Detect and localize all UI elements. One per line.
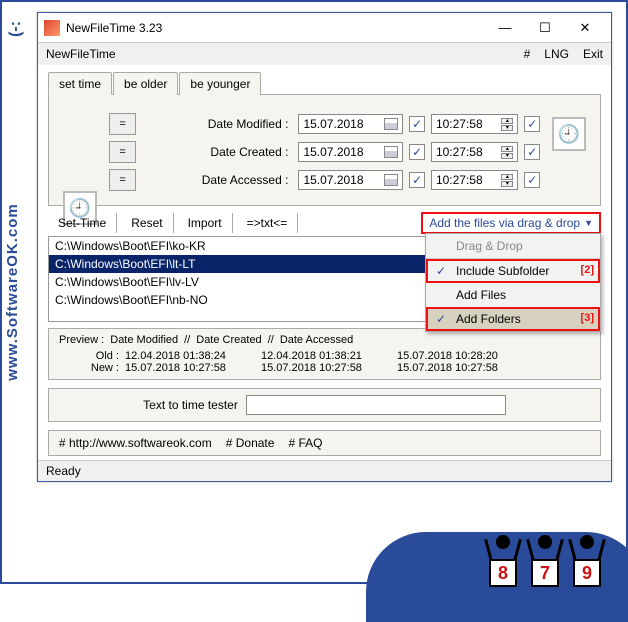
link-faq[interactable]: # FAQ: [288, 436, 322, 450]
new-value: 15.07.2018 10:27:58: [125, 362, 255, 374]
score-card: 7: [531, 559, 559, 587]
eq-button[interactable]: =: [109, 169, 136, 191]
new-value: 15.07.2018 10:27:58: [261, 362, 391, 374]
checkbox-accessed-time[interactable]: ✓: [524, 172, 540, 188]
checkbox-modified-time[interactable]: ✓: [524, 116, 540, 132]
minimize-button[interactable]: —: [485, 14, 525, 42]
row-accessed: = Date Accessed : 15.07.2018 ✓ 10:27:58▴…: [109, 169, 540, 191]
spinner-icon[interactable]: ▴▾: [501, 174, 513, 187]
app-window: NewFileTime 3.23 — ☐ ✕ NewFileTime # LNG…: [37, 12, 612, 482]
link-home[interactable]: # http://www.softwareok.com: [59, 436, 212, 450]
preview-label: Preview :: [59, 334, 104, 346]
file-list[interactable]: C:\Windows\Boot\EFI\ko-KR C:\Windows\Boo…: [48, 236, 601, 322]
reset-button[interactable]: Reset: [121, 213, 173, 233]
tab-panel: 🕘 🕘 = Date Modified : 15.07.2018 ✓ 10:27…: [48, 95, 601, 206]
dd-include-subfolder[interactable]: ✓ Include Subfolder [2]: [426, 259, 600, 283]
spinner-icon[interactable]: ▴▾: [501, 146, 513, 159]
dd-add-files[interactable]: Add Files: [426, 283, 600, 307]
date-accessed-input[interactable]: 15.07.2018: [298, 170, 403, 190]
spinner-icon[interactable]: ▴▾: [501, 118, 513, 131]
menu-hash[interactable]: #: [524, 47, 531, 61]
tab-bar: set time be older be younger: [48, 71, 601, 95]
import-button[interactable]: Import: [178, 213, 233, 233]
tab-be-younger[interactable]: be younger: [179, 72, 261, 95]
checkbox-modified-date[interactable]: ✓: [409, 116, 425, 132]
menu-lng[interactable]: LNG: [544, 47, 569, 61]
col-date-created: Date Created: [196, 334, 261, 346]
eq-button[interactable]: =: [109, 113, 136, 135]
old-value: 12.04.2018 01:38:21: [261, 350, 391, 362]
add-files-dropdown[interactable]: Add the files via drag & drop▼: [421, 212, 601, 234]
time-modified-input[interactable]: 10:27:58▴▾: [431, 114, 519, 134]
toolbar: Set-Time Reset Import =>txt<= Add the fi…: [48, 206, 601, 236]
checkbox-accessed-date[interactable]: ✓: [409, 172, 425, 188]
watermark-url: www.SoftwareOK.com: [4, 203, 21, 380]
tester-label: Text to time tester: [143, 398, 238, 412]
annotation-3: [3]: [581, 312, 594, 324]
checkbox-created-date[interactable]: ✓: [409, 144, 425, 160]
dd-drag-drop: Drag & Drop: [426, 234, 600, 259]
tab-be-older[interactable]: be older: [113, 72, 178, 95]
clock-icon-right[interactable]: 🕘: [552, 117, 586, 151]
links-panel: # http://www.softwareok.com # Donate # F…: [48, 430, 601, 456]
date-created-input[interactable]: 15.07.2018: [298, 142, 403, 162]
window-title: NewFileTime 3.23: [66, 21, 485, 35]
annotation-2: [2]: [581, 264, 594, 276]
menubar: NewFileTime # LNG Exit: [38, 43, 611, 65]
score-card: 9: [573, 559, 601, 587]
status-bar: Ready: [38, 460, 611, 481]
menu-exit[interactable]: Exit: [583, 47, 603, 61]
checkbox-created-time[interactable]: ✓: [524, 144, 540, 160]
old-value: 12.04.2018 01:38:24: [125, 350, 255, 362]
app-icon: [44, 20, 60, 36]
link-donate[interactable]: # Donate: [226, 436, 275, 450]
dropdown-menu: Drag & Drop ✓ Include Subfolder [2] Add …: [425, 233, 601, 332]
label-date-accessed: Date Accessed :: [142, 173, 292, 187]
dd-add-folders[interactable]: ✓ Add Folders [3]: [426, 307, 600, 331]
row-modified: = Date Modified : 15.07.2018 ✓ 10:27:58▴…: [109, 113, 540, 135]
check-icon: ✓: [436, 264, 446, 278]
old-value: 15.07.2018 10:28:20: [397, 350, 527, 362]
label-date-modified: Date Modified :: [142, 117, 292, 131]
score-card: 8: [489, 559, 517, 587]
tester-input[interactable]: [246, 395, 506, 415]
judges: 8 7 9: [484, 535, 606, 587]
txt-button[interactable]: =>txt<=: [237, 213, 299, 233]
calendar-icon[interactable]: [384, 174, 398, 186]
set-time-button[interactable]: Set-Time: [48, 213, 117, 233]
new-value: 15.07.2018 10:27:58: [397, 362, 527, 374]
menu-app-name[interactable]: NewFileTime: [46, 47, 524, 61]
row-created: = Date Created : 15.07.2018 ✓ 10:27:58▴▾…: [109, 141, 540, 163]
col-date-accessed: Date Accessed: [280, 334, 353, 346]
check-icon: ✓: [436, 312, 446, 326]
maximize-button[interactable]: ☐: [525, 14, 565, 42]
new-label: New :: [59, 362, 119, 374]
preview-panel: Preview : Date Modified // Date Created …: [48, 328, 601, 380]
close-button[interactable]: ✕: [565, 14, 605, 42]
judge: 9: [568, 535, 606, 587]
judge: 8: [484, 535, 522, 587]
tester-panel: Text to time tester: [48, 388, 601, 422]
col-date-modified: Date Modified: [110, 334, 178, 346]
titlebar[interactable]: NewFileTime 3.23 — ☐ ✕: [38, 13, 611, 43]
watermark-smiley: :-): [7, 21, 25, 37]
label-date-created: Date Created :: [142, 145, 292, 159]
tab-set-time[interactable]: set time: [48, 72, 112, 95]
old-label: Old :: [59, 350, 119, 362]
chevron-down-icon: ▼: [584, 218, 593, 228]
eq-button[interactable]: =: [109, 141, 136, 163]
calendar-icon[interactable]: [384, 118, 398, 130]
date-modified-input[interactable]: 15.07.2018: [298, 114, 403, 134]
time-accessed-input[interactable]: 10:27:58▴▾: [431, 170, 519, 190]
judge: 7: [526, 535, 564, 587]
calendar-icon[interactable]: [384, 146, 398, 158]
time-created-input[interactable]: 10:27:58▴▾: [431, 142, 519, 162]
